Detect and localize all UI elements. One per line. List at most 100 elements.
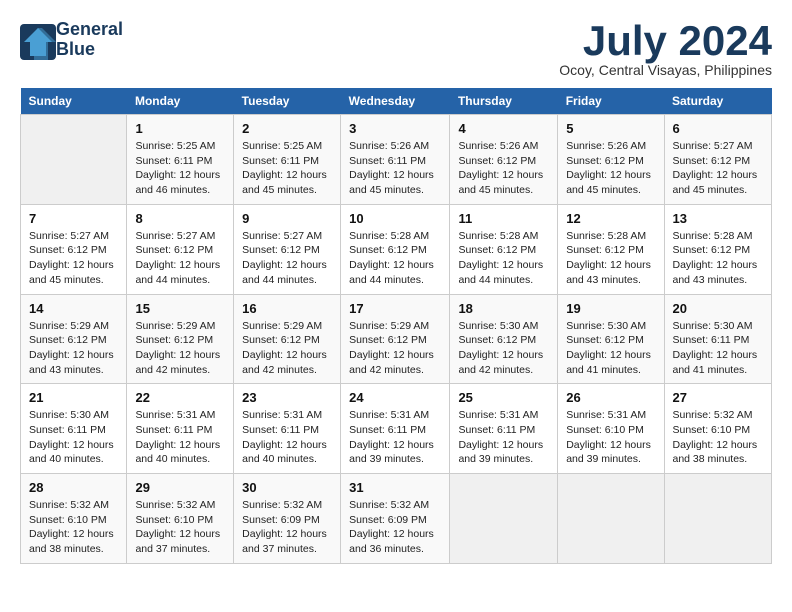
daylight-text-cont: and 37 minutes. <box>242 543 317 555</box>
calendar-cell: 15 Sunrise: 5:29 AM Sunset: 6:12 PM Dayligh… <box>127 294 234 384</box>
calendar-cell: 19Sunrise: 5:30 AMSunset: 6:12 PMDayligh… <box>558 294 664 384</box>
daylight-text: Daylight: 12 hours <box>135 349 220 361</box>
sunrise-text: Sunrise: 5:30 AM <box>566 320 646 332</box>
daylight-text: Daylight: 12 hours <box>29 439 114 451</box>
daylight-text: Daylight: 12 hours <box>349 528 434 540</box>
sunrise-text: Sunrise: 5:25 AM <box>135 140 215 152</box>
calendar-cell: 23Sunrise: 5:31 AMSunset: 6:11 PMDayligh… <box>234 384 341 474</box>
calendar-cell: 31Sunrise: 5:32 AMSunset: 6:09 PMDayligh… <box>341 474 450 564</box>
daylight-text-cont: and 44 minutes. <box>242 274 317 286</box>
daylight-text: Daylight: 12 hours <box>29 349 114 361</box>
daylight-text-cont: and 40 minutes. <box>242 453 317 465</box>
sunset-text: Sunset: 6:10 PM <box>673 424 751 436</box>
daylight-text: Daylight: 12 hours <box>135 439 220 451</box>
daylight-text: Daylight: 12 hours <box>673 259 758 271</box>
day-number: 26 <box>566 390 655 405</box>
day-info: Sunrise: 5:30 AMSunset: 6:12 PMDaylight:… <box>458 319 549 378</box>
daylight-text-cont: and 44 minutes. <box>458 274 533 286</box>
sunset-text: Sunset: 6:12 PM <box>458 244 536 256</box>
daylight-text: Daylight: 12 hours <box>349 349 434 361</box>
day-info: Sunrise: 5:30 AMSunset: 6:11 PMDaylight:… <box>673 319 764 378</box>
daylight-text: Daylight: 12 hours <box>458 169 543 181</box>
daylight-text-cont: and 42 minutes. <box>135 364 210 376</box>
day-number: 18 <box>458 301 549 316</box>
sunrise-text: Sunrise: 5:27 AM <box>673 140 753 152</box>
day-info: Sunrise: 5:27 AMSunset: 6:12 PMDaylight:… <box>242 229 332 288</box>
sunrise-text: Sunrise: 5:29 AM <box>135 320 215 332</box>
daylight-text: Daylight: 12 hours <box>458 439 543 451</box>
day-info: Sunrise: 5:31 AMSunset: 6:11 PMDaylight:… <box>458 408 549 467</box>
daylight-text-cont: and 42 minutes. <box>458 364 533 376</box>
day-info: Sunrise: 5:29 AM Sunset: 6:12 PM Daylight:… <box>29 319 118 378</box>
calendar-cell: 11Sunrise: 5:28 AMSunset: 6:12 PMDayligh… <box>450 204 558 294</box>
day-number: 11 <box>458 211 549 226</box>
daylight-text-cont: and 44 minutes. <box>135 274 210 286</box>
sunrise-text: Sunrise: 5:27 AM <box>135 230 215 242</box>
sunrise-text: Sunrise: 5:31 AM <box>135 409 215 421</box>
day-info: Sunrise: 5:32 AMSunset: 6:09 PMDaylight:… <box>349 498 441 557</box>
sunrise-text: Sunrise: 5:29 AM <box>349 320 429 332</box>
daylight-text: Daylight: 12 hours <box>242 259 327 271</box>
day-info: Sunrise: 5:26 AMSunset: 6:11 PMDaylight:… <box>349 139 441 198</box>
daylight-text: Daylight: 12 hours <box>458 349 543 361</box>
day-number: 2 <box>242 121 332 136</box>
daylight-text-cont: and 37 minutes. <box>135 543 210 555</box>
location: Ocoy, Central Visayas, Philippines <box>559 62 772 78</box>
calendar-table: SundayMondayTuesdayWednesdayThursdayFrid… <box>20 88 772 564</box>
day-info: Sunrise: 5:28 AMSunset: 6:12 PMDaylight:… <box>566 229 655 288</box>
sunrise-text: Sunrise: 5:28 AM <box>458 230 538 242</box>
sunset-text: Sunset: 6:12 PM <box>29 244 107 256</box>
day-info: Sunrise: 5:32 AMSunset: 6:10 PMDaylight:… <box>673 408 764 467</box>
month-title: July 2024 <box>559 20 772 62</box>
day-info: Sunrise: 5:28 AMSunset: 6:12 PMDaylight:… <box>349 229 441 288</box>
sunrise-text: Sunrise: 5:28 AM <box>349 230 429 242</box>
sunrise-text: Sunrise: 5:29 AM <box>242 320 322 332</box>
sunset-text: Sunset: 6:10 PM <box>566 424 644 436</box>
day-info: Sunrise: 5:32 AMSunset: 6:10 PMDaylight:… <box>29 498 118 557</box>
daylight-text-cont: and 45 minutes. <box>349 184 424 196</box>
day-info: Sunrise: 5:31 AMSunset: 6:10 PMDaylight:… <box>566 408 655 467</box>
day-info: Sunrise: 5:28 AMSunset: 6:12 PMDaylight:… <box>673 229 764 288</box>
daylight-text-cont: and 39 minutes. <box>566 453 641 465</box>
day-number: 12 <box>566 211 655 226</box>
calendar-cell: 27Sunrise: 5:32 AMSunset: 6:10 PMDayligh… <box>664 384 772 474</box>
calendar-cell: 20 Sunrise: 5:30 AMSunset: 6:11 PMDayligh… <box>664 294 772 384</box>
day-info: Sunrise: 5:28 AMSunset: 6:12 PMDaylight:… <box>458 229 549 288</box>
day-info: Sunrise: 5:26 AMSunset: 6:12 PMDaylight:… <box>566 139 655 198</box>
daylight-text: Daylight: 12 hours <box>673 169 758 181</box>
calendar-cell: 12 Sunrise: 5:28 AMSunset: 6:12 PMDayligh… <box>558 204 664 294</box>
calendar-cell <box>558 474 664 564</box>
sunset-text: Sunset: 6:12 PM <box>458 155 536 167</box>
calendar-cell: 30Sunrise: 5:32 AMSunset: 6:09 PMDayligh… <box>234 474 341 564</box>
daylight-text-cont: and 41 minutes. <box>566 364 641 376</box>
calendar-cell: 24Sunrise: 5:31 AMSunset: 6:11 PMDayligh… <box>341 384 450 474</box>
day-number: 1 <box>135 121 225 136</box>
weekday-header: Friday <box>558 88 664 115</box>
daylight-text-cont: and 46 minutes. <box>135 184 210 196</box>
sunset-text: Sunset: 6:12 PM <box>135 244 213 256</box>
sunset-text: Sunset: 6:12 PM <box>135 334 213 346</box>
sunrise-text: Sunrise: 5:32 AM <box>135 499 215 511</box>
daylight-text-cont: and 38 minutes. <box>673 453 748 465</box>
daylight-text-cont: and 36 minutes. <box>349 543 424 555</box>
sunrise-text: Sunrise: 5:30 AM <box>673 320 753 332</box>
day-info: Sunrise: 5:29 AMSunset: 6:12 PMDaylight:… <box>349 319 441 378</box>
sunset-text: Sunset: 6:12 PM <box>566 244 644 256</box>
day-number: 20 <box>673 301 764 316</box>
calendar-cell: 17Sunrise: 5:29 AMSunset: 6:12 PMDayligh… <box>341 294 450 384</box>
weekday-header: Tuesday <box>234 88 341 115</box>
day-number: 15 <box>135 301 225 316</box>
sunrise-text: Sunrise: 5:29 AM <box>29 320 109 332</box>
day-number: 3 <box>349 121 441 136</box>
day-number: 10 <box>349 211 441 226</box>
sunset-text: Sunset: 6:12 PM <box>29 334 107 346</box>
sunset-text: Sunset: 6:11 PM <box>135 424 212 436</box>
day-number: 23 <box>242 390 332 405</box>
sunset-text: Sunset: 6:11 PM <box>29 424 106 436</box>
daylight-text-cont: and 44 minutes. <box>349 274 424 286</box>
day-info: Sunrise: 5:27 AMSunset: 6:12 PMDaylight:… <box>29 229 118 288</box>
daylight-text: Daylight: 12 hours <box>135 528 220 540</box>
calendar-cell: 3 Sunrise: 5:26 AMSunset: 6:11 PMDaylight… <box>341 115 450 205</box>
calendar-cell: 29Sunrise: 5:32 AMSunset: 6:10 PMDayligh… <box>127 474 234 564</box>
sunrise-text: Sunrise: 5:25 AM <box>242 140 322 152</box>
